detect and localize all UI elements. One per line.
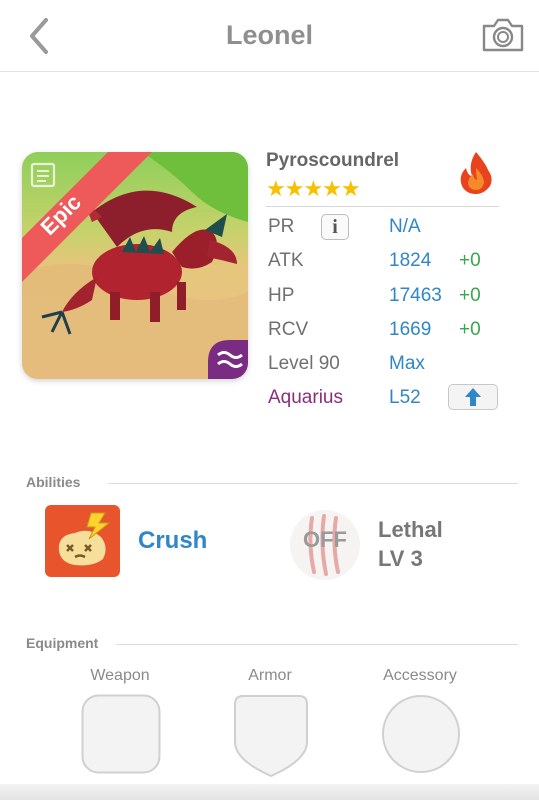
divider	[116, 644, 518, 645]
stat-bonus: +0	[459, 250, 481, 271]
stat-value: N/A	[389, 216, 421, 237]
weapon-slot[interactable]	[81, 694, 161, 776]
monster-name: Pyroscoundrel	[266, 150, 400, 171]
camera-icon[interactable]	[480, 14, 526, 54]
stat-row-constellation: Aquarius L52	[266, 383, 500, 413]
fire-icon	[460, 152, 492, 194]
crush-icon[interactable]	[45, 505, 120, 577]
stat-label: PR	[268, 216, 295, 237]
stat-label: RCV	[268, 319, 309, 340]
arrow-up-icon	[465, 388, 481, 406]
stat-bonus: +0	[459, 285, 481, 306]
constellation-label: Aquarius	[268, 387, 343, 408]
stat-row-rcv: RCV 1669 +0	[266, 315, 500, 345]
equipment-section-label: Equipment	[26, 635, 99, 651]
stat-label: HP	[268, 285, 295, 306]
constellation-value: L52	[389, 387, 421, 408]
upgrade-button[interactable]	[448, 384, 498, 410]
stat-row-pr: PR i N/A	[266, 212, 500, 242]
armor-slot-label: Armor	[248, 667, 292, 684]
level-value: Max	[389, 353, 425, 374]
stat-value: 17463	[389, 285, 442, 306]
accessory-slot[interactable]	[381, 694, 461, 776]
passive-state: OFF	[303, 527, 347, 552]
page-title: Leonel	[225, 20, 313, 50]
top-bar: Leonel	[0, 0, 539, 72]
abilities-section-label: Abilities	[26, 474, 81, 490]
water-element-badge	[208, 340, 248, 379]
active-ability-name[interactable]: Crush	[138, 527, 207, 555]
info-icon[interactable]: i	[321, 214, 349, 240]
monster-portrait: Epic	[22, 152, 248, 379]
divider	[108, 483, 518, 484]
divider	[266, 206, 499, 207]
stat-row-level: Level 90 Max	[266, 349, 500, 379]
accessory-slot-label: Accessory	[383, 667, 457, 684]
stat-row-hp: HP 17463 +0	[266, 281, 500, 311]
level-label: Level 90	[268, 353, 340, 374]
stat-value: 1824	[389, 250, 432, 271]
bottom-edge	[0, 784, 539, 800]
stat-row-atk: ATK 1824 +0	[266, 246, 500, 276]
armor-slot[interactable]	[231, 694, 311, 778]
star-rating: ★★★★★	[266, 176, 361, 201]
passive-ability-level: LV 3	[378, 546, 423, 571]
stat-value: 1669	[389, 319, 432, 340]
stat-label: ATK	[268, 250, 304, 271]
stat-bonus: +0	[459, 319, 481, 340]
weapon-slot-label: Weapon	[90, 667, 150, 684]
passive-ability-name: Lethal	[378, 517, 443, 542]
